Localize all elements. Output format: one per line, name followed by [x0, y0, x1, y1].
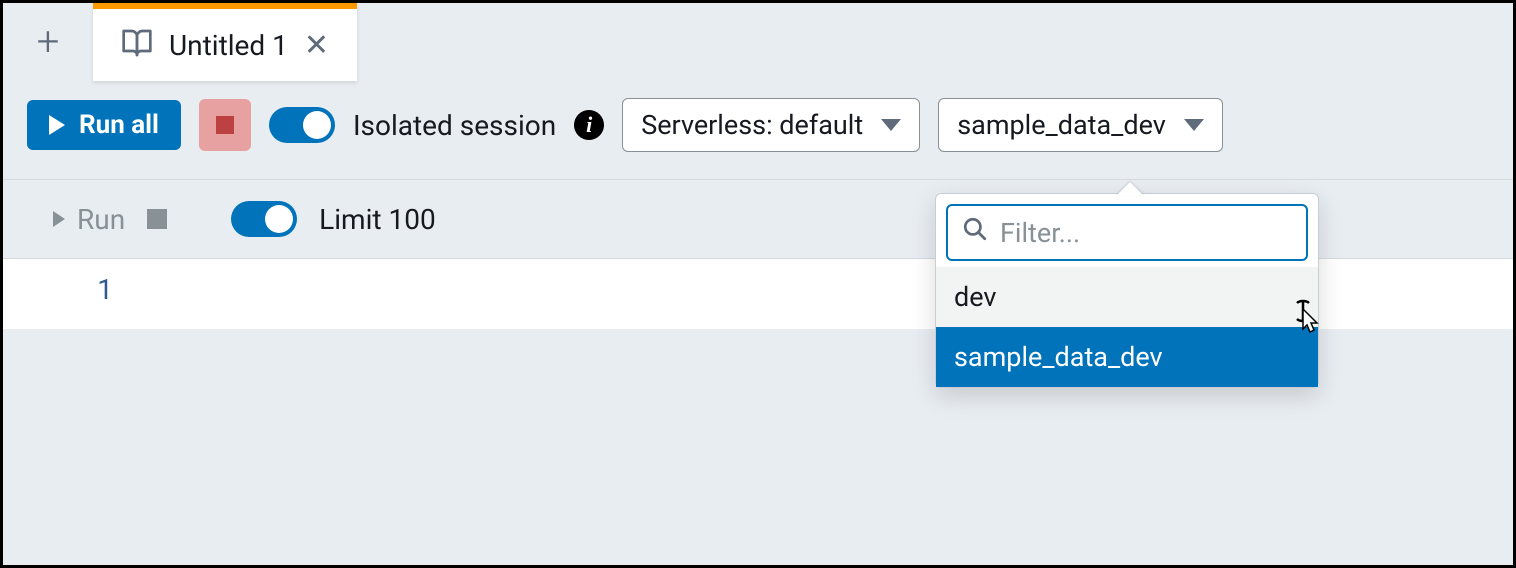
play-icon — [49, 115, 65, 135]
line-gutter: 1 — [3, 259, 163, 329]
search-icon — [962, 216, 988, 249]
workgroup-dropdown[interactable]: Serverless: default — [622, 98, 920, 152]
book-icon — [121, 27, 153, 63]
stop-cell-icon[interactable] — [147, 209, 167, 229]
workgroup-value: Serverless: default — [641, 109, 863, 141]
close-icon[interactable]: ✕ — [304, 28, 329, 63]
stop-button[interactable] — [199, 99, 251, 151]
tab-untitled[interactable]: Untitled 1 ✕ — [93, 3, 357, 81]
run-cell-label: Run — [77, 203, 125, 236]
app-frame: + Untitled 1 ✕ Run all Isolated session … — [0, 0, 1516, 568]
filter-input[interactable] — [1000, 217, 1292, 249]
info-icon[interactable]: i — [574, 110, 604, 140]
database-value: sample_data_dev — [957, 109, 1166, 141]
database-dropdown[interactable]: sample_data_dev — [938, 98, 1223, 152]
tabs-bar: + Untitled 1 ✕ — [3, 3, 1513, 81]
limit-label: Limit 100 — [319, 203, 436, 236]
run-all-button[interactable]: Run all — [27, 100, 181, 150]
run-cell-button[interactable]: Run — [53, 203, 125, 236]
toggle-knob — [265, 205, 293, 233]
toggle-knob — [303, 111, 331, 139]
chevron-down-icon — [881, 119, 901, 131]
play-icon — [53, 211, 65, 227]
run-all-label: Run all — [79, 110, 159, 140]
add-tab-button[interactable]: + — [3, 3, 93, 81]
option-label: sample_data_dev — [954, 341, 1163, 373]
isolated-session-toggle[interactable] — [269, 107, 335, 143]
tab-title: Untitled 1 — [169, 29, 288, 62]
database-popover: dev sample_data_dev — [935, 193, 1319, 388]
isolated-session-label: Isolated session — [353, 109, 556, 142]
line-number: 1 — [97, 273, 113, 306]
chevron-down-icon — [1184, 119, 1204, 131]
filter-box — [946, 204, 1308, 261]
plus-icon: + — [37, 22, 60, 62]
toolbar: Run all Isolated session i Serverless: d… — [3, 81, 1513, 169]
option-label: dev — [954, 281, 996, 313]
limit-toggle[interactable] — [231, 201, 297, 237]
option-sample-data-dev[interactable]: sample_data_dev — [936, 327, 1318, 387]
option-dev[interactable]: dev — [936, 267, 1318, 327]
stop-icon — [216, 116, 234, 134]
